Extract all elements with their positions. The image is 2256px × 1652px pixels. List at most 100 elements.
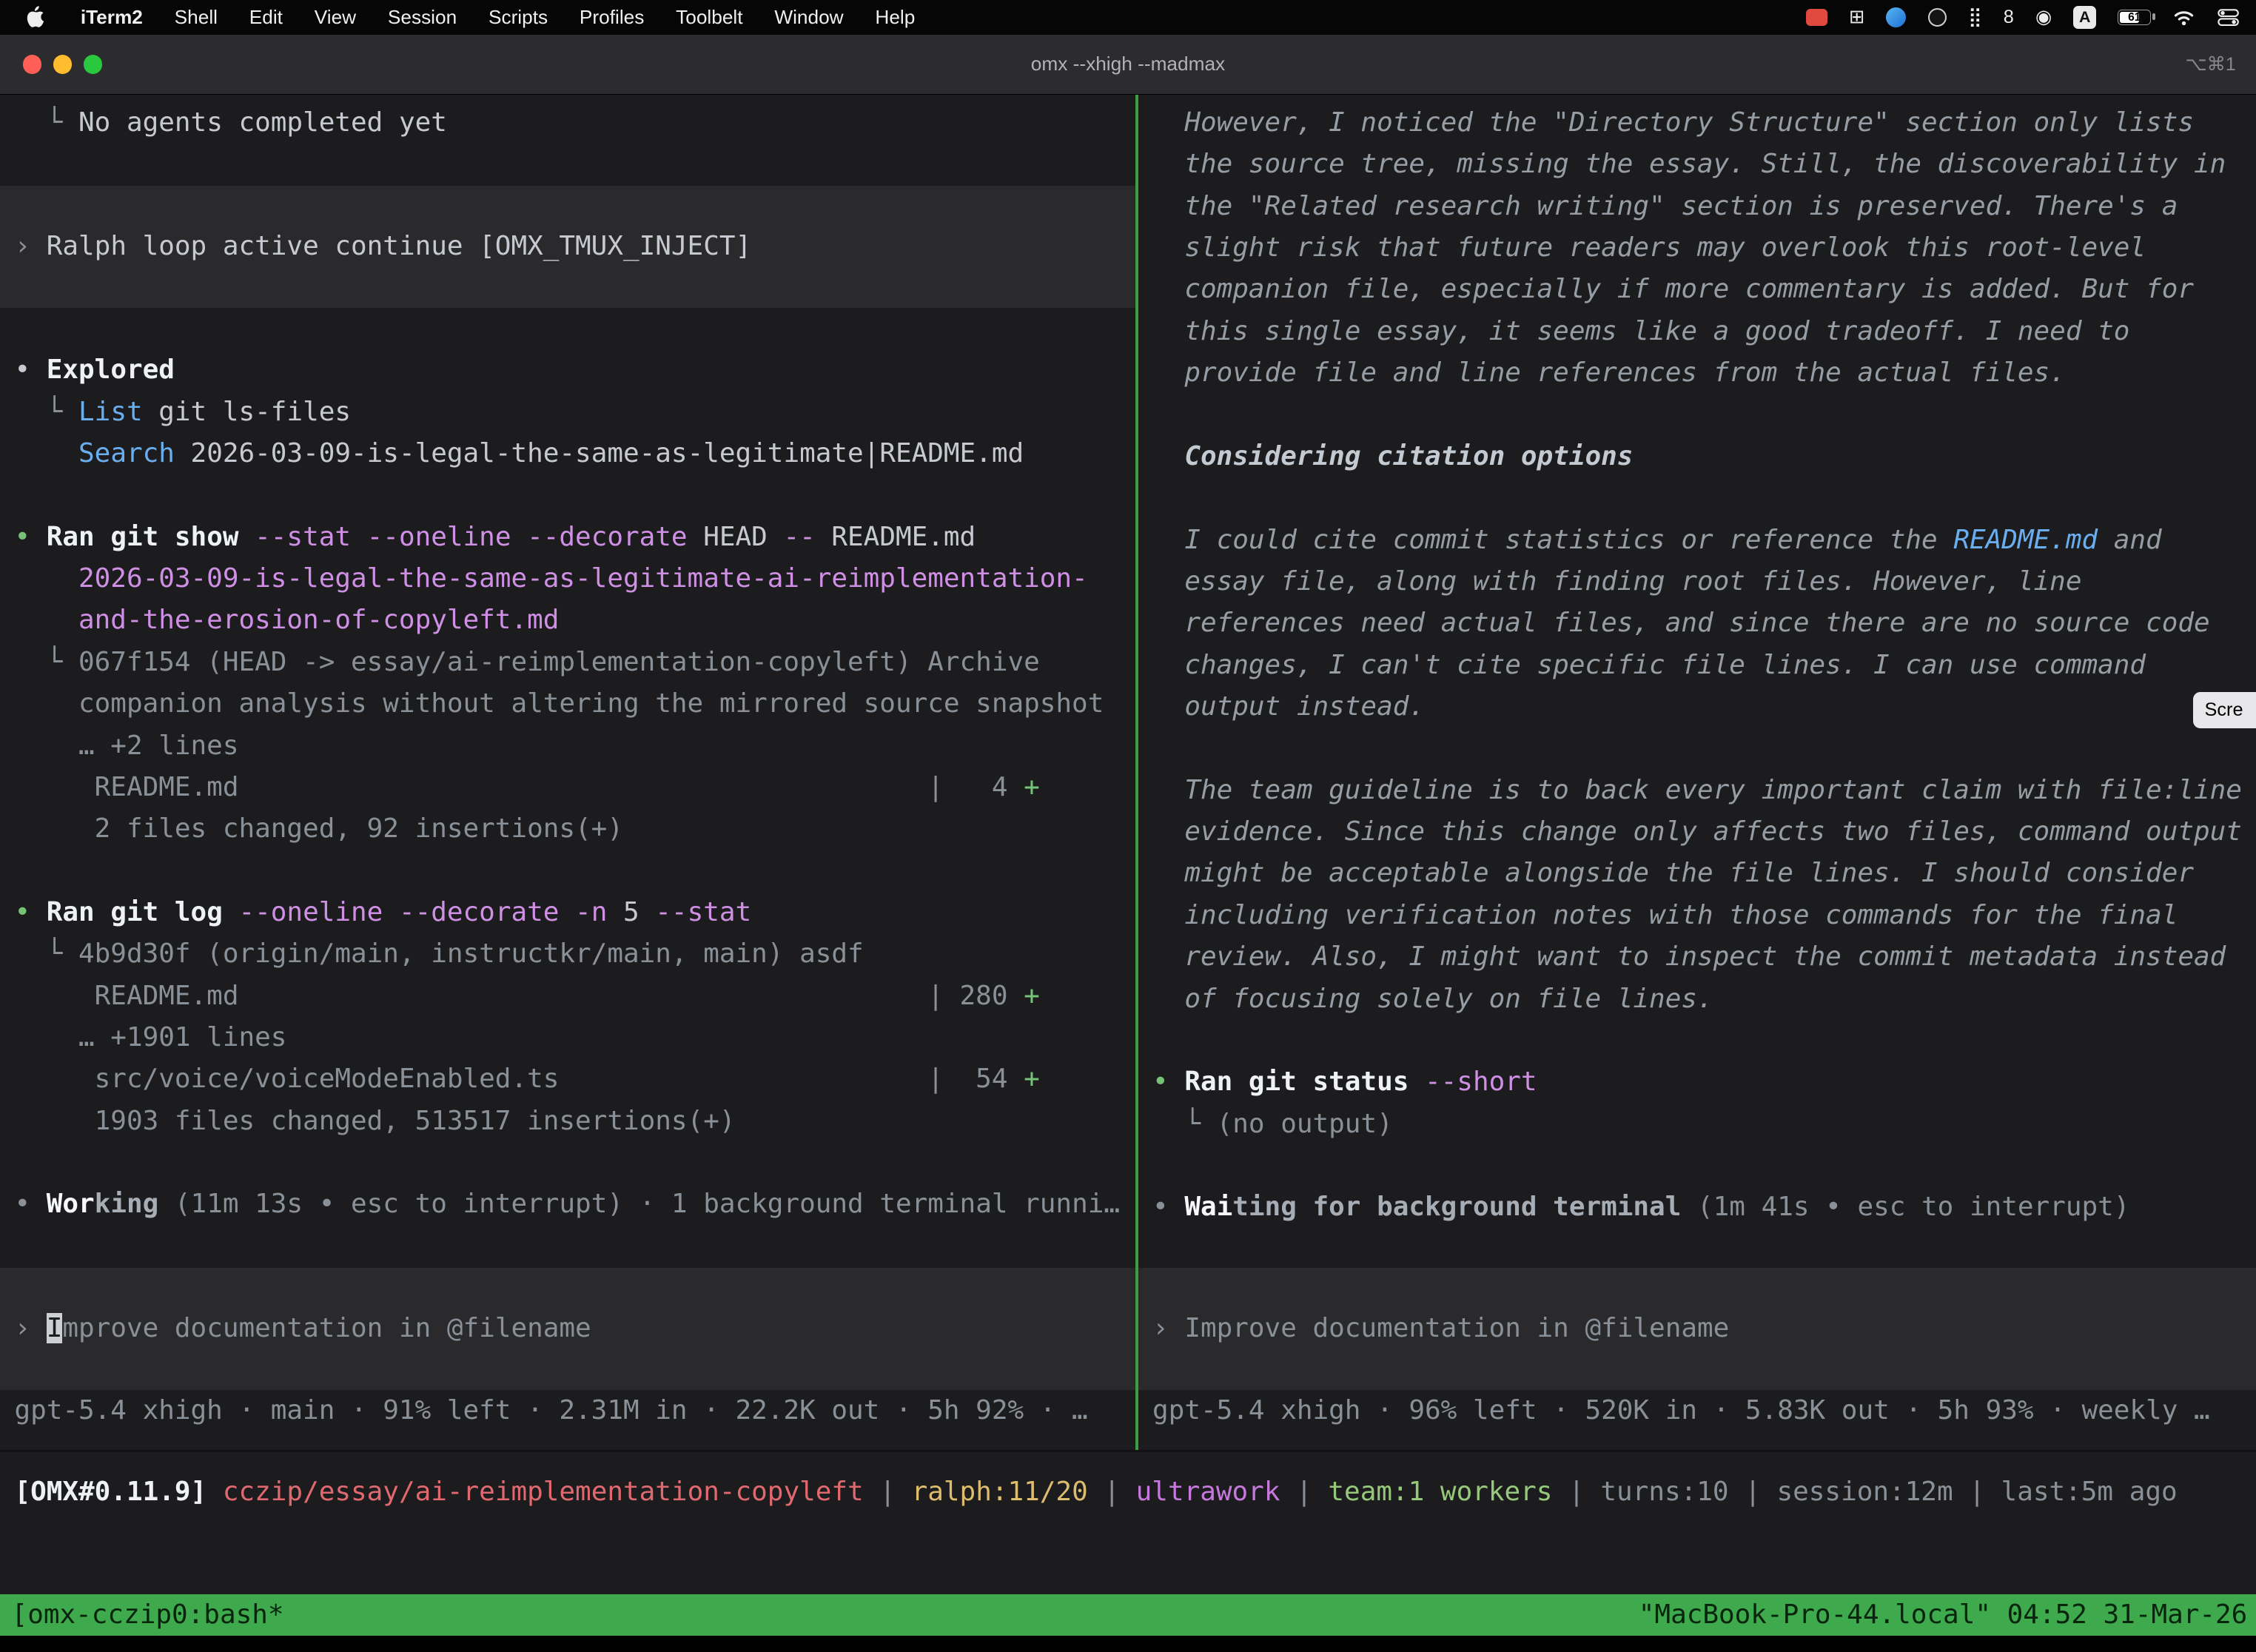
terminal-line: of focusing solely on file lines. — [1138, 978, 2256, 1020]
terminal-line: • Ran git status --short — [1138, 1061, 2256, 1103]
terminal-line — [1138, 728, 2256, 769]
bottom-strip — [0, 1636, 2256, 1651]
terminal-line: Considering citation options — [1138, 436, 2256, 477]
input-line: › Improve documentation in @filename — [0, 1308, 1135, 1349]
terminal-line — [1138, 477, 2256, 519]
terminal-line: └ 4b9d30f (origin/main, instructkr/main,… — [0, 933, 1135, 975]
terminal-line — [1138, 394, 2256, 436]
terminal-line: the source tree, missing the essay. Stil… — [1138, 144, 2256, 185]
terminal-line — [0, 308, 1135, 349]
terminal-line: … +2 lines — [0, 725, 1135, 767]
terminal-line: 2026-03-09-is-legal-the-same-as-legitima… — [0, 558, 1135, 600]
prompt-input-left[interactable]: › Improve documentation in @filename — [0, 1268, 1135, 1390]
terminal-line: README.md | 4 + — [0, 767, 1135, 808]
menu-view[interactable]: View — [298, 6, 372, 29]
terminal-line: 2 files changed, 92 insertions(+) — [0, 808, 1135, 850]
zoom-button[interactable] — [84, 55, 102, 73]
omx-status-bar: [OMX#0.11.9] cczip/essay/ai-reimplementa… — [0, 1450, 2256, 1594]
terminal-line: However, I noticed the "Directory Struct… — [1138, 102, 2256, 144]
terminal-line: slight risk that future readers may over… — [1138, 227, 2256, 269]
input-placeholder: Improve documentation in @filename — [1184, 1313, 1729, 1343]
pane-right-spacer — [1138, 1229, 2256, 1268]
terminal-line: └ List git ls-files — [0, 392, 1135, 433]
input-source-icon[interactable]: A — [2073, 6, 2096, 29]
menu-window[interactable]: Window — [759, 6, 859, 29]
tmux-pane-right: However, I noticed the "Directory Struct… — [1138, 95, 2256, 1450]
keyboard-badge-icon[interactable]: 8 — [2004, 8, 2014, 27]
apple-menu-icon[interactable] — [17, 6, 64, 29]
close-button[interactable] — [23, 55, 41, 73]
terminal-line: • Working (11m 13s • esc to interrupt) ·… — [0, 1183, 1135, 1225]
input-line: › Improve documentation in @filename — [1138, 1308, 2256, 1349]
app-launcher-icon[interactable]: ⣿ — [1968, 8, 1982, 27]
terminal-line: output instead. — [1138, 686, 2256, 728]
battery-icon[interactable]: 61 — [2118, 10, 2151, 25]
compass-icon[interactable] — [1886, 7, 1906, 27]
terminal-line: src/voice/voiceModeEnabled.ts | 54 + — [0, 1058, 1135, 1100]
terminal-line: 1903 files changed, 513517 insertions(+) — [0, 1101, 1135, 1142]
menu-session[interactable]: Session — [372, 6, 472, 29]
tmux-pane-left: └ No agents completed yet› Ralph loop ac… — [0, 95, 1135, 1450]
terminal-line — [1138, 1145, 2256, 1186]
terminal-line — [0, 850, 1135, 892]
pane-right-output: However, I noticed the "Directory Struct… — [1138, 102, 2256, 1229]
wifi-icon[interactable] — [2172, 9, 2195, 26]
omx-status-line: [OMX#0.11.9] cczip/essay/ai-reimplementa… — [0, 1471, 2256, 1513]
terminal-line: • Waiting for background terminal (1m 41… — [1138, 1186, 2256, 1228]
prompt-input-right[interactable]: › Improve documentation in @filename — [1138, 1268, 2256, 1390]
terminal-content: └ No agents completed yet› Ralph loop ac… — [0, 95, 2256, 1450]
grid-icon[interactable]: ⊞ — [1849, 8, 1864, 27]
terminal-line: • Ran git show --stat --oneline --decora… — [0, 517, 1135, 558]
terminal-line: essay file, along with finding root file… — [1138, 561, 2256, 602]
menu-help[interactable]: Help — [859, 6, 931, 29]
menu-profiles[interactable]: Profiles — [564, 6, 660, 29]
minimize-button[interactable] — [53, 55, 72, 73]
disc-icon[interactable] — [1928, 8, 1947, 27]
terminal-line: companion analysis without altering the … — [0, 683, 1135, 725]
terminal-line: The team guideline is to back every impo… — [1138, 770, 2256, 811]
menu-app-name[interactable]: iTerm2 — [64, 6, 158, 29]
input-placeholder: mprove documentation in @filename — [62, 1313, 591, 1343]
tmux-host-time: "MacBook-Pro-44.local" 04:52 31-Mar-26 — [1639, 1594, 2248, 1636]
screen: iTerm2 Shell Edit View Session Scripts P… — [0, 0, 2256, 1652]
macos-menu-bar: iTerm2 Shell Edit View Session Scripts P… — [0, 0, 2256, 35]
terminal-line: review. Also, I might want to inspect th… — [1138, 936, 2256, 978]
prompt-chevron: › — [14, 1313, 46, 1343]
battery-percent: 61 — [2118, 10, 2150, 24]
terminal-line: Search 2026-03-09-is-legal-the-same-as-l… — [0, 433, 1135, 474]
terminal-line: including verification notes with those … — [1138, 895, 2256, 936]
pane-left-spacer — [0, 1226, 1135, 1268]
status-dot-icon[interactable]: ◉ — [2035, 8, 2052, 27]
terminal-line: I could cite commit statistics or refere… — [1138, 520, 2256, 561]
terminal-line: might be acceptable alongside the file l… — [1138, 853, 2256, 894]
terminal-line: provide file and line references from th… — [1138, 352, 2256, 394]
terminal-line: … +1901 lines — [0, 1017, 1135, 1058]
control-center-icon[interactable] — [2218, 9, 2239, 26]
menu-scripts[interactable]: Scripts — [473, 6, 564, 29]
menu-toolbelt[interactable]: Toolbelt — [660, 6, 759, 29]
tmux-session-info[interactable]: [omx-cczip0:bash* — [12, 1594, 284, 1636]
model-status-left: gpt-5.4 xhigh · main · 91% left · 2.31M … — [0, 1390, 1135, 1431]
terminal-line: the "Related research writing" section i… — [1138, 186, 2256, 227]
terminal-line: • Explored — [0, 349, 1135, 391]
menu-edit[interactable]: Edit — [233, 6, 298, 29]
terminal-line — [0, 474, 1135, 516]
terminal-line: └ 067f154 (HEAD -> essay/ai-reimplementa… — [0, 642, 1135, 683]
window-title-bar[interactable]: omx --xhigh --madmax ⌥⌘1 — [0, 35, 2256, 95]
tmux-status-bar: [omx-cczip0:bash* "MacBook-Pro-44.local"… — [0, 1594, 2256, 1636]
window-title: omx --xhigh --madmax — [1031, 53, 1225, 75]
terminal-line: evidence. Since this change only affects… — [1138, 811, 2256, 853]
terminal-line: companion file, especially if more comme… — [1138, 269, 2256, 310]
terminal-line — [0, 144, 1135, 185]
text-cursor: I — [47, 1313, 63, 1343]
terminal-line — [0, 1142, 1135, 1183]
terminal-line: this single essay, it seems like a good … — [1138, 311, 2256, 352]
screen-share-button[interactable]: Scre — [2193, 692, 2256, 728]
terminal-line: references need actual files, and since … — [1138, 602, 2256, 644]
pane-left-output: └ No agents completed yet› Ralph loop ac… — [0, 102, 1135, 1226]
menu-shell[interactable]: Shell — [158, 6, 233, 29]
menu-bar-status-icons: ⊞ ⣿ 8 ◉ A 61 — [1806, 6, 2239, 29]
screen-recording-icon[interactable] — [1806, 9, 1827, 26]
window-shortcut-badge: ⌥⌘1 — [2185, 53, 2235, 75]
terminal-line — [1138, 1020, 2256, 1061]
